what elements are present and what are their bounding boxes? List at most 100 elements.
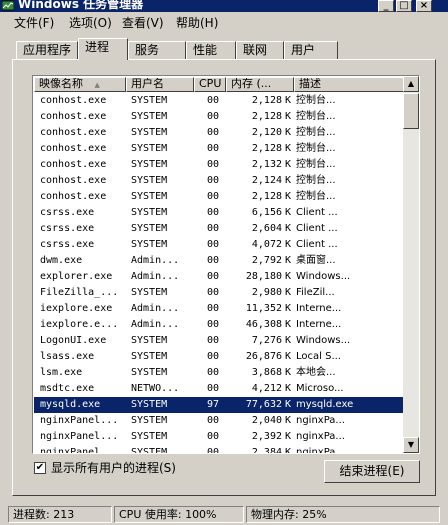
table-row[interactable]: dwm.exe Admin... 00 2,792 K 桌面窗... (34, 253, 404, 269)
process-memory: 7,276 (251, 335, 282, 346)
title-bar[interactable]: Windows 任务管理器 _ □ × (0, 0, 448, 12)
process-memory-unit: K (285, 223, 292, 234)
table-row[interactable]: conhost.exe SYSTEM 00 2,120 K 控制台... (34, 125, 404, 141)
process-memory: 2,132 (251, 159, 282, 170)
process-user: SYSTEM (131, 111, 168, 122)
process-user: SYSTEM (131, 447, 168, 454)
process-description: 控制台... (296, 175, 336, 186)
process-cpu: 00 (206, 431, 220, 442)
close-button[interactable]: × (416, 0, 432, 12)
table-row[interactable]: lsm.exe SYSTEM 00 3,868 K 本地会... (34, 365, 404, 381)
table-row[interactable]: conhost.exe SYSTEM 00 2,128 K 控制台... (34, 93, 404, 109)
process-cpu: 00 (206, 415, 220, 426)
process-name: nginxPanel... (40, 447, 119, 454)
table-row[interactable]: conhost.exe SYSTEM 00 2,128 K 控制台... (34, 189, 404, 205)
tab-processes[interactable]: 进程 (78, 38, 128, 60)
tab-services[interactable]: 服务 (128, 41, 186, 59)
process-name: conhost.exe (40, 175, 107, 186)
process-description: 控制台... (296, 191, 336, 202)
process-user: SYSTEM (131, 127, 168, 138)
column-image-name-label: 映像名称 (39, 77, 83, 90)
table-row[interactable]: explorer.exe Admin... 00 28,180 K Windows... (34, 269, 404, 285)
process-user: SYSTEM (131, 335, 168, 346)
process-user: SYSTEM (131, 95, 168, 106)
process-memory: 26,876 (245, 351, 282, 362)
end-process-button[interactable]: 结束进程(E) (324, 460, 420, 483)
status-bar: 进程数: 213 CPU 使用率: 100% 物理内存: 25% (0, 504, 448, 525)
process-memory: 2,128 (251, 111, 282, 122)
table-row[interactable]: conhost.exe SYSTEM 00 2,128 K 控制台... (34, 141, 404, 157)
minimize-button[interactable]: _ (378, 0, 394, 12)
process-cpu: 00 (206, 271, 220, 282)
list-header: 映像名称 ▲ 用户名 CPU 内存 (... 描述 (34, 77, 404, 92)
process-memory: 2,128 (251, 191, 282, 202)
process-description: Client ... (296, 239, 338, 250)
process-name: conhost.exe (40, 143, 107, 154)
table-row[interactable]: conhost.exe SYSTEM 00 2,132 K 控制台... (34, 157, 404, 173)
process-user: SYSTEM (131, 191, 168, 202)
process-cpu: 00 (206, 287, 220, 298)
process-list[interactable]: 映像名称 ▲ 用户名 CPU 内存 (... 描述 conhost.exe SYS… (32, 75, 420, 454)
table-row[interactable]: nginxPanel... SYSTEM 00 2,392 KnginxPa... (34, 429, 404, 445)
process-cpu: 97 (206, 399, 220, 410)
column-cpu[interactable]: CPU (194, 77, 226, 92)
table-row[interactable]: msdtc.exe NETWO... 00 4,212 K Microso... (34, 381, 404, 397)
table-row[interactable]: conhost.exe SYSTEM 00 2,124 K 控制台... (34, 173, 404, 189)
process-name: FileZilla_... (40, 287, 119, 298)
tab-users[interactable]: 用户 (284, 41, 338, 59)
show-all-users-checkbox[interactable]: ✔ (34, 462, 46, 474)
process-description: nginxPa... (296, 447, 345, 454)
process-name: conhost.exe (40, 191, 107, 202)
tab-networking[interactable]: 联网 (236, 41, 284, 59)
table-row[interactable]: csrss.exe SYSTEM 00 2,604 K Client ... (34, 221, 404, 237)
process-cpu: 00 (206, 319, 220, 330)
table-row-selected[interactable]: mysqld.exe SYSTEM 97 77,632 Kmysqld.exe (34, 397, 404, 413)
scroll-up-button[interactable]: ▲ (403, 76, 419, 92)
tab-performance[interactable]: 性能 (186, 41, 236, 59)
column-memory[interactable]: 内存 (... (226, 77, 294, 92)
scroll-down-button[interactable]: ▼ (403, 437, 419, 453)
menu-options[interactable]: 选项(O) (69, 15, 112, 31)
table-row[interactable]: FileZilla_... SYSTEM 00 2,980 K FileZil... (34, 285, 404, 301)
menu-view[interactable]: 查看(V) (122, 15, 164, 31)
process-memory-unit: K (285, 191, 292, 202)
process-user: SYSTEM (131, 223, 168, 234)
table-row[interactable]: LogonUI.exe SYSTEM 00 7,276 K Windows... (34, 333, 404, 349)
menu-file[interactable]: 文件(F) (14, 15, 54, 31)
process-cpu: 00 (206, 175, 220, 186)
scroll-thumb[interactable] (403, 93, 419, 129)
tab-applications[interactable]: 应用程序 (16, 41, 78, 59)
table-row[interactable]: csrss.exe SYSTEM 00 6,156 K Client ... (34, 205, 404, 221)
table-row[interactable]: iexplore.e... Admin... 00 46,308 K Interne... (34, 317, 404, 333)
process-cpu: 00 (206, 255, 220, 266)
process-memory-unit: K (285, 207, 292, 218)
process-memory: 2,980 (251, 287, 282, 298)
task-manager-window: Windows 任务管理器 _ □ × 文件(F) 选项(O) 查看(V) 帮助… (0, 0, 448, 525)
process-description: 控制台... (296, 143, 336, 154)
table-row[interactable]: csrss.exe SYSTEM 00 4,072 K Client ... (34, 237, 404, 253)
process-memory-unit: K (285, 351, 292, 362)
column-image-name[interactable]: 映像名称 ▲ (34, 77, 126, 92)
process-user: SYSTEM (131, 367, 168, 378)
column-description[interactable]: 描述 (294, 77, 404, 92)
table-row[interactable]: conhost.exe SYSTEM 00 2,128 K 控制台... (34, 109, 404, 125)
column-user-name[interactable]: 用户名 (126, 77, 194, 92)
process-memory: 4,212 (251, 383, 282, 394)
restore-button[interactable]: □ (396, 0, 412, 12)
table-row[interactable]: lsass.exe SYSTEM 00 26,876 K Local S... (34, 349, 404, 365)
process-description: 控制台... (296, 159, 336, 170)
table-row[interactable]: nginxPanel... SYSTEM 00 2,040 KnginxPa... (34, 413, 404, 429)
process-name: conhost.exe (40, 127, 107, 138)
process-description: 桌面窗... (296, 255, 336, 266)
process-cpu: 00 (206, 335, 220, 346)
menu-help[interactable]: 帮助(H) (176, 15, 218, 31)
process-memory-unit: K (285, 127, 292, 138)
process-cpu: 00 (206, 111, 220, 122)
table-row[interactable]: nginxPanel... SYSTEM 00 2,384 KnginxPa... (34, 445, 404, 454)
vertical-scrollbar[interactable]: ▲ ▼ (403, 76, 419, 453)
process-name: nginxPanel... (40, 415, 119, 426)
process-description: Client ... (296, 207, 338, 218)
table-row[interactable]: iexplore.exe Admin... 00 11,352 K Interne... (34, 301, 404, 317)
process-memory: 2,604 (251, 223, 282, 234)
show-all-users-label: 显示所有用户的进程(S) (51, 461, 176, 475)
